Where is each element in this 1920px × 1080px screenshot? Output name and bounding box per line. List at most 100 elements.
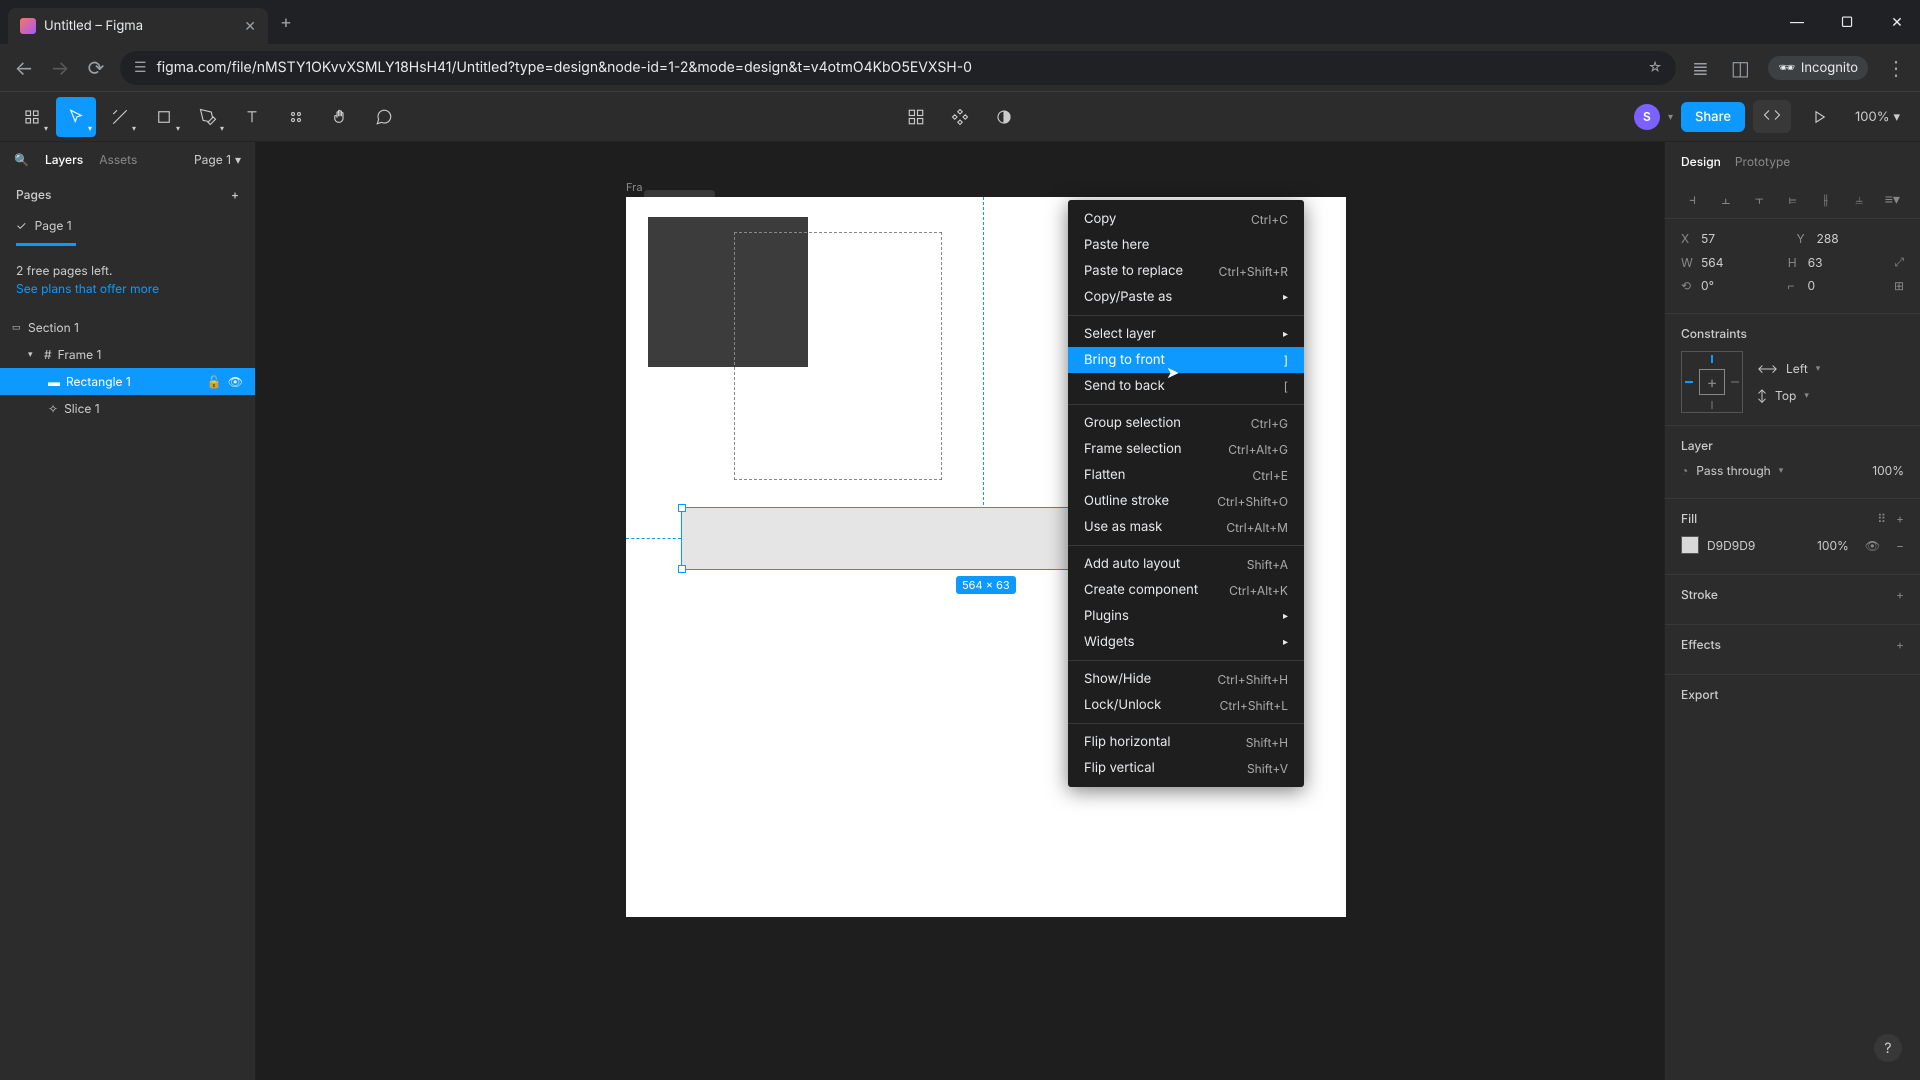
ctx-show-hide[interactable]: Show/HideCtrl+Shift+H [1068, 666, 1304, 692]
align-bottom-icon[interactable]: ⫨ [1843, 187, 1874, 212]
distribute-icon[interactable]: ≡▾ [1877, 187, 1908, 212]
new-tab-button[interactable]: + [280, 12, 292, 33]
resize-handle-bl[interactable] [678, 565, 686, 573]
resize-handle-tl[interactable] [678, 504, 686, 512]
lock-icon[interactable]: 🔓 [207, 374, 222, 389]
blend-mode-select[interactable]: Pass through [1696, 463, 1771, 478]
reading-list-icon[interactable]: ≣ [1688, 56, 1712, 80]
reload-button[interactable]: ⟳ [84, 56, 108, 80]
browser-menu-icon[interactable]: ⋮ [1884, 56, 1908, 80]
ctx-create-component[interactable]: Create componentCtrl+Alt+K [1068, 577, 1304, 603]
comment-tool[interactable] [364, 97, 404, 137]
help-button[interactable]: ? [1874, 1034, 1902, 1062]
constraint-horizontal[interactable]: ⟷Left ▾ [1757, 361, 1820, 376]
canvas[interactable]: Fra Section 1 564 × 63 CopyCtrl+CPaste h… [256, 142, 1664, 1080]
present-button[interactable] [1799, 97, 1839, 137]
align-right-icon[interactable]: ⫟ [1744, 187, 1775, 212]
x-field[interactable]: X57 [1681, 231, 1789, 246]
search-icon[interactable]: 🔍 [14, 152, 29, 167]
close-tab-icon[interactable]: ✕ [244, 18, 256, 35]
canvas-dashed-rectangle[interactable] [734, 232, 942, 480]
dev-mode-button[interactable] [1753, 100, 1791, 133]
see-plans-link[interactable]: See plans that offer more [16, 281, 159, 296]
site-info-icon[interactable]: ☰ [134, 59, 147, 76]
frame-tool[interactable] [100, 97, 140, 137]
align-left-icon[interactable]: ⫞ [1677, 187, 1708, 212]
bookmark-icon[interactable]: ☆ [1648, 59, 1663, 76]
ctx-copy[interactable]: CopyCtrl+C [1068, 206, 1304, 232]
add-stroke-button[interactable]: + [1896, 587, 1904, 602]
share-button[interactable]: Share [1681, 102, 1745, 132]
main-menu[interactable] [12, 97, 52, 137]
fill-opacity[interactable]: 100% [1817, 538, 1849, 553]
fill-styles-icon[interactable]: ⠿ [1877, 511, 1886, 526]
align-vcenter-icon[interactable]: ⫲ [1810, 187, 1841, 212]
remove-fill-button[interactable]: − [1896, 538, 1904, 553]
visibility-icon[interactable]: 👁 [228, 374, 243, 389]
ctx-flip-vertical[interactable]: Flip verticalShift+V [1068, 755, 1304, 781]
add-fill-button[interactable]: + [1896, 511, 1904, 526]
fill-hex[interactable]: D9D9D9 [1707, 538, 1755, 553]
back-button[interactable]: ← [12, 56, 36, 80]
address-bar[interactable]: ☰ figma.com/file/nMSTY1OKvvXSMLY18HsH41/… [120, 51, 1676, 85]
browser-tab[interactable]: Untitled – Figma ✕ [8, 8, 268, 44]
blend-mode-icon[interactable]: ◔ [1681, 463, 1688, 478]
layer-frame[interactable]: ▾#Frame 1 [0, 341, 255, 368]
incognito-badge[interactable]: 🕶 Incognito [1768, 56, 1868, 80]
hand-tool[interactable] [320, 97, 360, 137]
fill-visibility-icon[interactable]: 👁 [1865, 538, 1880, 553]
layer-slice[interactable]: ✧Slice 1 [0, 395, 255, 422]
text-tool[interactable] [232, 97, 272, 137]
ctx-copy-paste-as[interactable]: Copy/Paste as [1068, 284, 1304, 310]
resources-tool[interactable] [276, 97, 316, 137]
ctx-lock-unlock[interactable]: Lock/UnlockCtrl+Shift+L [1068, 692, 1304, 718]
edit-object-icon[interactable] [896, 97, 936, 137]
mask-icon[interactable] [984, 97, 1024, 137]
constraint-vertical[interactable]: ↕Top ▾ [1757, 388, 1820, 403]
constrain-proportions-icon[interactable]: ⤢ [1894, 254, 1904, 270]
pen-tool[interactable] [188, 97, 228, 137]
minimize-button[interactable]: ― [1782, 14, 1812, 31]
ctx-group-selection[interactable]: Group selectionCtrl+G [1068, 410, 1304, 436]
ctx-send-to-back[interactable]: Send to back[ [1068, 373, 1304, 399]
ctx-frame-selection[interactable]: Frame selectionCtrl+Alt+G [1068, 436, 1304, 462]
tab-design[interactable]: Design [1681, 154, 1721, 169]
close-window-button[interactable]: ✕ [1882, 14, 1912, 31]
frame-label[interactable]: Fra [626, 180, 643, 194]
constraints-widget[interactable]: + [1681, 351, 1743, 413]
move-tool[interactable] [56, 97, 96, 137]
tab-prototype[interactable]: Prototype [1735, 154, 1790, 169]
layer-section[interactable]: ▭Section 1 [0, 314, 255, 341]
align-hcenter-icon[interactable]: ⫠ [1710, 187, 1741, 212]
side-panel-icon[interactable]: ◫ [1728, 56, 1752, 80]
height-field[interactable]: H63 [1788, 255, 1887, 270]
ctx-select-layer[interactable]: Select layer [1068, 321, 1304, 347]
user-avatar[interactable]: S [1634, 104, 1660, 130]
add-page-button[interactable]: + [231, 187, 239, 202]
tab-layers[interactable]: Layers [45, 152, 83, 167]
fill-swatch[interactable] [1681, 536, 1699, 554]
ctx-add-auto-layout[interactable]: Add auto layoutShift+A [1068, 551, 1304, 577]
layer-rectangle[interactable]: ▬Rectangle 1 🔓👁 [0, 368, 255, 395]
ctx-widgets[interactable]: Widgets [1068, 629, 1304, 655]
maximize-button[interactable]: ▢ [1832, 14, 1862, 31]
independent-corners-icon[interactable]: ⊞ [1894, 278, 1904, 293]
rotation-field[interactable]: ⟲0° [1681, 278, 1779, 293]
shape-tool[interactable] [144, 97, 184, 137]
ctx-flip-horizontal[interactable]: Flip horizontalShift+H [1068, 729, 1304, 755]
page-dropdown[interactable]: Page 1 ▾ [194, 152, 241, 167]
tab-assets[interactable]: Assets [99, 152, 137, 167]
zoom-dropdown[interactable]: 100%▾ [1847, 109, 1908, 125]
opacity-field[interactable]: 100% [1872, 463, 1904, 478]
page-item[interactable]: Page 1 [0, 212, 255, 239]
forward-button[interactable]: → [48, 56, 72, 80]
corner-radius-field[interactable]: ⌐0 [1787, 278, 1885, 293]
create-component-icon[interactable] [940, 97, 980, 137]
ctx-use-as-mask[interactable]: Use as maskCtrl+Alt+M [1068, 514, 1304, 540]
ctx-plugins[interactable]: Plugins [1068, 603, 1304, 629]
y-field[interactable]: Y288 [1797, 231, 1905, 246]
add-effect-button[interactable]: + [1896, 637, 1904, 652]
ctx-outline-stroke[interactable]: Outline strokeCtrl+Shift+O [1068, 488, 1304, 514]
ctx-paste-to-replace[interactable]: Paste to replaceCtrl+Shift+R [1068, 258, 1304, 284]
ctx-flatten[interactable]: FlattenCtrl+E [1068, 462, 1304, 488]
